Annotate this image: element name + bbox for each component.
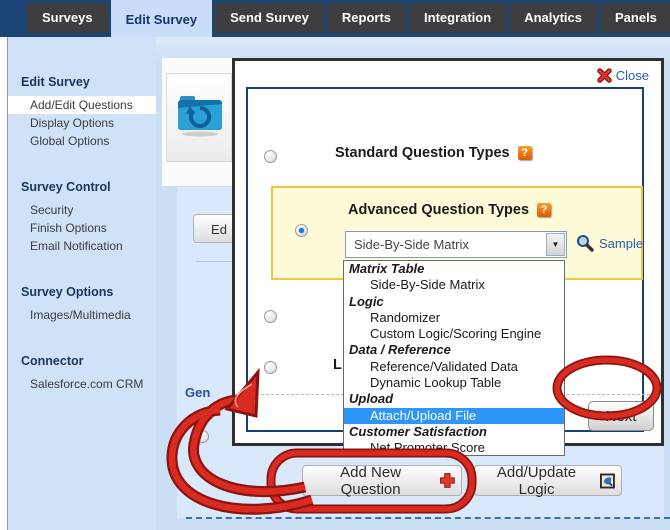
sidebar-item-display-options[interactable]: Display Options [8, 114, 156, 132]
question-type-select[interactable]: Side-By-Side Matrix ▼ [345, 231, 567, 258]
dropdown-item-randomizer[interactable]: Randomizer [344, 310, 564, 326]
close-x-icon [597, 68, 612, 83]
advanced-types-radio[interactable] [295, 224, 308, 237]
plus-icon [440, 473, 455, 488]
sidebar-item-images-multimedia[interactable]: Images/Multimedia [8, 306, 156, 324]
standard-types-radio[interactable] [264, 150, 277, 163]
sidebar-item-email-notification[interactable]: Email Notification [8, 237, 156, 255]
dropdown-item-attach-upload-file[interactable]: Attach/Upload File [344, 408, 564, 424]
sidebar-section-connector: Connector [8, 352, 156, 371]
sample-link[interactable]: Sample [576, 234, 643, 252]
dropdown-item-reference-validated-data[interactable]: Reference/Validated Data [344, 359, 564, 375]
sidebar: Edit Survey Add/Edit QuestionsDisplay Opt… [8, 37, 156, 530]
folder-refresh-icon [176, 94, 226, 138]
sidebar-section-survey-control: Survey Control [8, 178, 156, 197]
add-new-question-button[interactable]: Add New Question [302, 465, 462, 496]
question-type-dropdown-list: Matrix TableSide-By-Side MatrixLogicRand… [343, 260, 565, 456]
chevron-down-icon[interactable]: ▼ [546, 233, 565, 256]
question-option-radio[interactable] [264, 310, 277, 323]
tab-integration[interactable]: Integration [409, 3, 506, 33]
close-button[interactable]: Close [597, 68, 649, 83]
question-library-panel [166, 73, 232, 162]
logic-book-icon [600, 473, 615, 489]
dropdown-item-matrix-table[interactable]: Matrix Table [344, 261, 564, 277]
help-icon[interactable]: ? [537, 203, 551, 217]
close-label: Close [616, 68, 649, 83]
add-new-question-label: Add New Question [309, 464, 432, 498]
dropdown-item-dynamic-lookup-table[interactable]: Dynamic Lookup Table [344, 375, 564, 391]
sidebar-section-survey-options: Survey Options [8, 283, 156, 302]
sidebar-item-security[interactable]: Security [8, 201, 156, 219]
top-navigation: SurveysEdit SurveySend SurveyReportsInte… [0, 0, 670, 37]
magnifier-icon [576, 234, 594, 252]
dropdown-item-net-promoter-score[interactable]: Net Promoter Score [344, 440, 564, 456]
sidebar-item-finish-options[interactable]: Finish Options [8, 219, 156, 237]
background-radio[interactable] [196, 430, 209, 443]
question-option-radio[interactable] [264, 361, 277, 374]
sidebar-section-edit-survey: Edit Survey [8, 73, 156, 92]
sidebar-item-salesforce-com-crm[interactable]: Salesforce.com CRM [8, 375, 156, 393]
add-question-dialog: Close Standard Question Types ? Advanced… [232, 58, 664, 446]
dropdown-item-upload[interactable]: Upload [344, 391, 564, 407]
standard-types-label: Standard Question Types ? [335, 145, 532, 161]
tab-edit-survey[interactable]: Edit Survey [111, 0, 213, 37]
dropdown-item-custom-logic-scoring-engine[interactable]: Custom Logic/Scoring Engine [344, 326, 564, 342]
tab-send-survey[interactable]: Send Survey [215, 3, 324, 33]
dropdown-item-data-reference[interactable]: Data / Reference [344, 342, 564, 358]
sidebar-item-global-options[interactable]: Global Options [8, 132, 156, 150]
tab-panels[interactable]: Panels [600, 3, 670, 33]
tab-reports[interactable]: Reports [327, 3, 406, 33]
sidebar-item-add-edit-questions[interactable]: Add/Edit Questions [8, 96, 156, 114]
add-update-logic-button[interactable]: Add/Update Logic [474, 465, 622, 496]
section-divider [186, 517, 670, 519]
tab-analytics[interactable]: Analytics [509, 3, 597, 33]
advanced-types-label: Advanced Question Types ? [348, 202, 551, 218]
background-radio-selected[interactable] [201, 408, 214, 421]
dropdown-item-logic[interactable]: Logic [344, 294, 564, 310]
sample-label: Sample [599, 236, 643, 251]
next-button[interactable]: Next [588, 401, 654, 431]
app-window: SurveysEdit SurveySend SurveyReportsInte… [0, 0, 670, 530]
help-icon[interactable]: ? [518, 146, 532, 160]
select-value: Side-By-Side Matrix [346, 237, 546, 252]
tab-surveys[interactable]: Surveys [27, 3, 108, 33]
question-type-chooser: Standard Question Types ? Advanced Quest… [246, 87, 644, 432]
general-section-heading: Gen [185, 385, 210, 400]
question-option-label: L [333, 357, 342, 373]
divider [196, 261, 232, 262]
dropdown-item-customer-satisfaction[interactable]: Customer Satisfaction [344, 424, 564, 440]
dropdown-item-side-by-side-matrix[interactable]: Side-By-Side Matrix [344, 277, 564, 293]
add-update-logic-label: Add/Update Logic [481, 464, 592, 498]
